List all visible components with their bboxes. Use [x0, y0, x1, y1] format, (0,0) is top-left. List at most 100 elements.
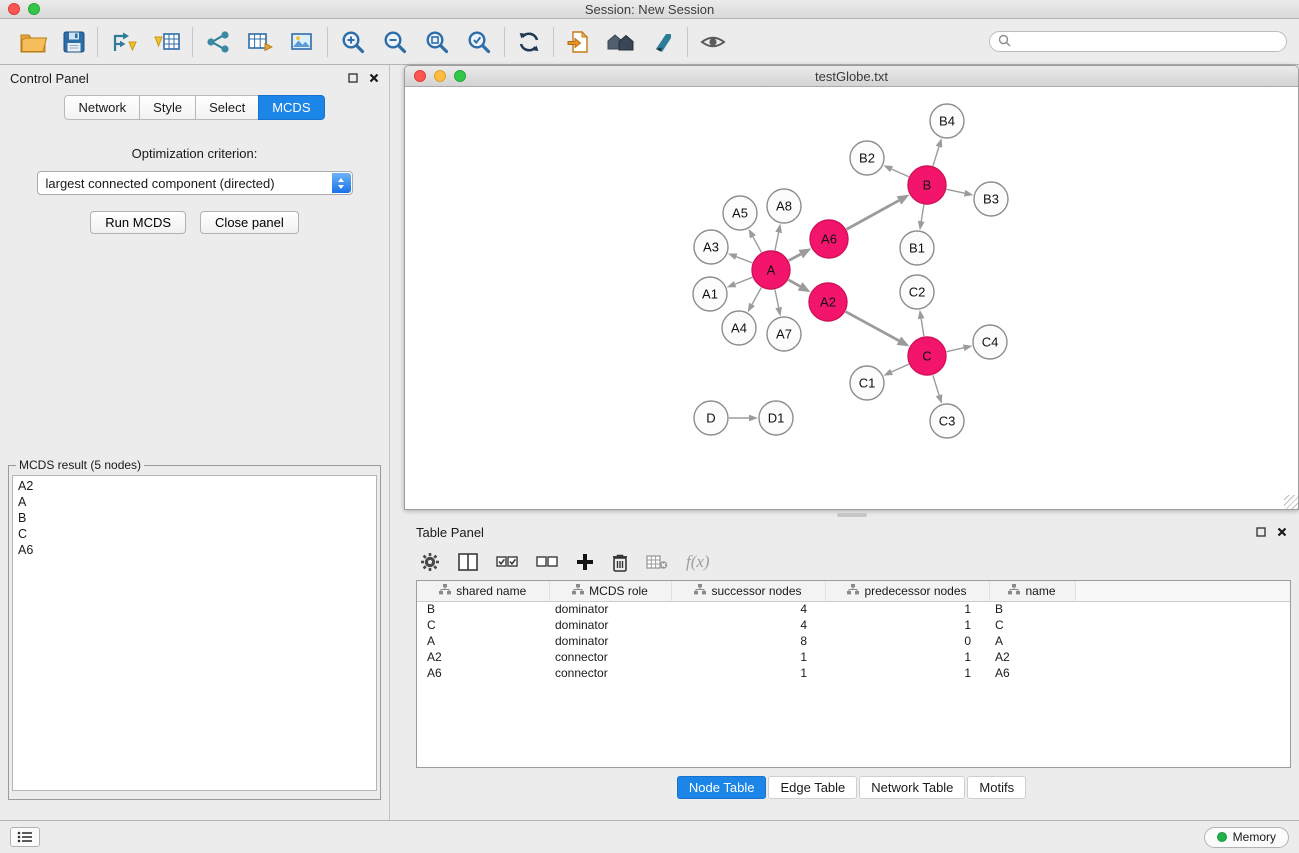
- float-table-panel-icon[interactable]: [1256, 525, 1266, 540]
- network-minimize-button[interactable]: [434, 70, 446, 82]
- select-all-icon[interactable]: [496, 555, 518, 569]
- zoom-in-icon[interactable]: [340, 29, 366, 55]
- network-canvas[interactable]: B4 B2 B B3 A5 A8 A6 B1 A3 A C2 A1 A2 A4 A7 C4 C C1 C3 D D1: [405, 87, 1298, 509]
- network-node-A5[interactable]: A5: [723, 196, 757, 230]
- tab-node-table[interactable]: Node Table: [677, 776, 767, 799]
- node-table[interactable]: shared nameMCDS rolesuccessor nodesprede…: [416, 580, 1291, 768]
- import-network-icon[interactable]: [110, 30, 137, 54]
- save-session-icon[interactable]: [63, 31, 85, 53]
- refresh-icon[interactable]: [517, 30, 541, 54]
- zoom-window-button[interactable]: [28, 3, 40, 15]
- column-header-name[interactable]: name: [989, 581, 1075, 601]
- search-input[interactable]: [1016, 35, 1278, 49]
- export-table-icon[interactable]: [247, 30, 273, 54]
- style-brush-icon[interactable]: [651, 30, 675, 54]
- tab-mcds[interactable]: MCDS: [258, 95, 324, 120]
- mcds-result-list[interactable]: A2ABCA6: [12, 475, 377, 791]
- column-header-successor-nodes[interactable]: successor nodes: [671, 581, 825, 601]
- column-header-predecessor-nodes[interactable]: predecessor nodes: [825, 581, 989, 601]
- column-header-mcds-role[interactable]: MCDS role: [549, 581, 671, 601]
- first-neighbors-icon[interactable]: [205, 30, 231, 54]
- table-row[interactable]: Bdominator41B: [417, 601, 1290, 617]
- network-node-B3[interactable]: B3: [974, 182, 1008, 216]
- svg-text:B3: B3: [983, 192, 999, 207]
- network-node-A8[interactable]: A8: [767, 189, 801, 223]
- mcds-result-item[interactable]: A: [18, 494, 371, 510]
- delete-table-icon[interactable]: [646, 554, 668, 570]
- network-node-C1[interactable]: C1: [850, 366, 884, 400]
- delete-row-icon[interactable]: [612, 553, 628, 572]
- network-node-C3[interactable]: C3: [930, 404, 964, 438]
- close-table-panel-icon[interactable]: [1277, 525, 1287, 540]
- mcds-result-item[interactable]: C: [18, 526, 371, 542]
- network-node-B[interactable]: B: [908, 166, 946, 204]
- svg-text:D1: D1: [768, 411, 785, 426]
- close-window-button[interactable]: [8, 3, 20, 15]
- run-mcds-button[interactable]: Run MCDS: [90, 211, 186, 234]
- optimization-criterion-select[interactable]: largest connected component (directed): [37, 171, 353, 195]
- network-close-button[interactable]: [414, 70, 426, 82]
- export-image-icon[interactable]: [289, 30, 315, 54]
- network-graph[interactable]: B4 B2 B B3 A5 A8 A6 B1 A3 A C2 A1 A2 A4 A7 C4 C C1 C3 D D1: [405, 87, 1283, 509]
- float-panel-icon[interactable]: [348, 71, 358, 86]
- close-panel-icon[interactable]: [369, 71, 379, 86]
- column-header-shared-name[interactable]: shared name: [417, 581, 549, 601]
- clear-selection-icon[interactable]: [536, 555, 558, 569]
- titlebar: Session: New Session: [0, 0, 1299, 19]
- network-node-C4[interactable]: C4: [973, 325, 1007, 359]
- svg-text:D: D: [706, 411, 715, 426]
- open-session-icon[interactable]: [566, 30, 591, 54]
- memory-button[interactable]: Memory: [1204, 827, 1289, 848]
- network-node-C2[interactable]: C2: [900, 275, 934, 309]
- network-node-A4[interactable]: A4: [722, 311, 756, 345]
- network-node-A7[interactable]: A7: [767, 317, 801, 351]
- table-row[interactable]: Adominator80A: [417, 633, 1290, 649]
- table-row[interactable]: A6connector11A6: [417, 665, 1290, 681]
- network-node-A[interactable]: A: [752, 251, 790, 289]
- network-node-A6[interactable]: A6: [810, 220, 848, 258]
- show-hide-eye-icon[interactable]: [700, 31, 726, 53]
- open-folder-icon[interactable]: [20, 31, 47, 53]
- network-node-A3[interactable]: A3: [694, 230, 728, 264]
- network-node-A1[interactable]: A1: [693, 277, 727, 311]
- home-icon[interactable]: [607, 30, 635, 54]
- zoom-fit-icon[interactable]: [424, 29, 450, 55]
- resize-handle-icon[interactable]: [1284, 495, 1298, 509]
- tab-network-table[interactable]: Network Table: [859, 776, 965, 799]
- column-layout-icon[interactable]: [458, 553, 478, 571]
- network-node-B4[interactable]: B4: [930, 104, 964, 138]
- splitter-handle[interactable]: [837, 513, 867, 517]
- zoom-out-icon[interactable]: [382, 29, 408, 55]
- network-node-C[interactable]: C: [908, 337, 946, 375]
- network-node-D1[interactable]: D1: [759, 401, 793, 435]
- table-row[interactable]: Cdominator41C: [417, 617, 1290, 633]
- sort-hierarchy-icon: [1008, 584, 1020, 598]
- svg-text:C: C: [922, 349, 931, 364]
- tab-edge-table[interactable]: Edge Table: [768, 776, 857, 799]
- network-node-B1[interactable]: B1: [900, 231, 934, 265]
- svg-text:B1: B1: [909, 241, 925, 256]
- import-table-icon[interactable]: [153, 30, 180, 54]
- settings-gear-icon[interactable]: [420, 552, 440, 572]
- tab-network[interactable]: Network: [64, 95, 140, 120]
- network-node-D[interactable]: D: [694, 401, 728, 435]
- tab-style[interactable]: Style: [139, 95, 196, 120]
- network-node-A2[interactable]: A2: [809, 283, 847, 321]
- search-field[interactable]: [989, 31, 1287, 52]
- memory-status-icon: [1217, 832, 1227, 842]
- mcds-result-item[interactable]: A6: [18, 542, 371, 558]
- table-row[interactable]: A2connector11A2: [417, 649, 1290, 665]
- tab-motifs[interactable]: Motifs: [967, 776, 1026, 799]
- control-panel: Control Panel NetworkStyleSelectMCDS Opt…: [0, 65, 390, 820]
- mcds-result-item[interactable]: B: [18, 510, 371, 526]
- svg-text:A2: A2: [820, 295, 836, 310]
- function-builder-icon[interactable]: f(x): [686, 552, 710, 572]
- add-row-icon[interactable]: [576, 553, 594, 571]
- panel-menu-button[interactable]: [10, 827, 40, 847]
- mcds-result-item[interactable]: A2: [18, 478, 371, 494]
- close-panel-button[interactable]: Close panel: [200, 211, 299, 234]
- tab-select[interactable]: Select: [195, 95, 259, 120]
- network-zoom-button[interactable]: [454, 70, 466, 82]
- network-node-B2[interactable]: B2: [850, 141, 884, 175]
- zoom-selected-icon[interactable]: [466, 29, 492, 55]
